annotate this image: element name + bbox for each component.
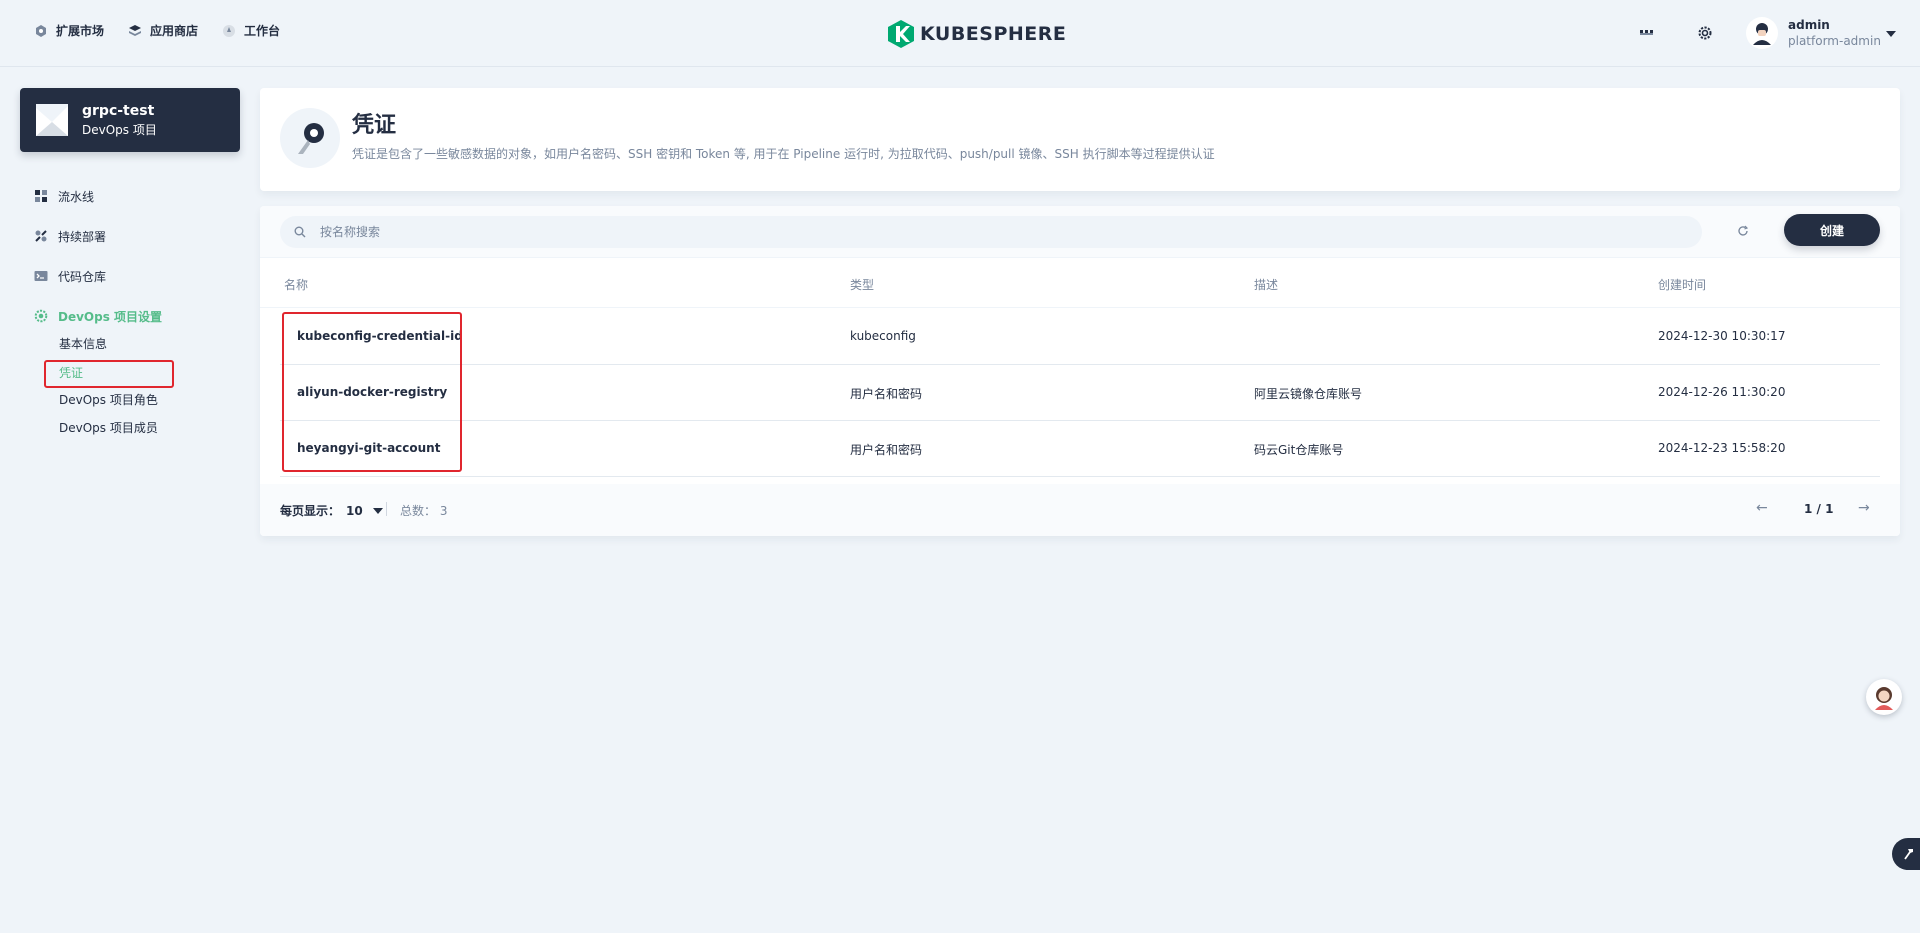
user-name: admin (1788, 18, 1830, 32)
sidebar-item-deploy[interactable]: 持续部署 (34, 216, 244, 256)
workbench-icon (223, 24, 236, 37)
credential-key-icon (280, 108, 340, 168)
search-box[interactable] (280, 216, 1702, 248)
sidebar-submenu: 基本信息 凭证 DevOps 项目角色 DevOps 项目成员 (44, 332, 174, 444)
user-menu[interactable]: admin platform-admin (1746, 17, 1881, 49)
credential-type: kubeconfig (850, 329, 916, 343)
next-page-button[interactable]: → (1858, 500, 1870, 516)
table-row[interactable]: kubeconfig-credential-id kubeconfig 2024… (280, 309, 1880, 365)
sidebar-menu: 流水线 持续部署 代码仓库 DevOps 项目设置 (34, 176, 244, 336)
sidebar-item-devops-settings[interactable]: DevOps 项目设置 (34, 296, 244, 336)
sidebar-item-label: 代码仓库 (58, 269, 107, 284)
prev-page-button[interactable]: ← (1756, 500, 1768, 516)
sidebar-item-label: 流水线 (58, 189, 95, 204)
credential-type: 用户名和密码 (850, 387, 923, 401)
sidebar-item-pipeline[interactable]: 流水线 (34, 176, 244, 216)
column-header-description: 描述 (1254, 278, 1279, 292)
credential-created-time: 2024-12-23 15:58:20 (1658, 441, 1786, 455)
project-logo-icon (36, 104, 68, 136)
project-card[interactable]: grpc-test DevOps 项目 (20, 88, 240, 152)
deploy-icon (35, 230, 47, 242)
sidebar-item-label: DevOps 项目设置 (58, 309, 163, 324)
key-icon (298, 123, 324, 154)
page-indicator: 1 / 1 (1804, 502, 1834, 516)
console-button[interactable] (1638, 24, 1656, 42)
page-size-label: 每页显示： (280, 504, 341, 518)
total-value: 3 (439, 504, 448, 518)
nav-extension-market[interactable]: 扩展市场 (34, 22, 104, 39)
table-row[interactable]: heyangyi-git-account 用户名和密码 码云Git仓库账号 20… (280, 421, 1880, 477)
nav-app-store-label: 应用商店 (150, 24, 199, 38)
gear-icon (1698, 26, 1712, 40)
pipeline-icon (35, 190, 47, 202)
settings-icon (34, 309, 48, 323)
credential-name-link[interactable]: aliyun-docker-registry (297, 385, 447, 399)
table-toolbar: 创建 (260, 206, 1900, 258)
page-size-value: 10 (346, 503, 363, 518)
refresh-icon (1738, 225, 1749, 236)
sidebar-subitem-project-members[interactable]: DevOps 项目成员 (44, 416, 174, 444)
column-header-created-time[interactable]: 创建时间 (1658, 276, 1706, 293)
project-type: DevOps 项目 (82, 123, 157, 137)
pagination-bar: 每页显示： 10 总数： 3 ← 1 / 1 → (260, 484, 1900, 536)
page-description: 凭证是包含了一些敏感数据的对象，如用户名密码、SSH 密钥和 Token 等, … (352, 147, 1215, 161)
total-count: 总数： 3 (400, 502, 447, 519)
credentials-table-card: 创建 名称 类型 描述 创建时间 kubeconfig-credential-i… (260, 206, 1900, 536)
credential-name-link[interactable]: heyangyi-git-account (297, 441, 440, 455)
credential-description: 码云Git仓库账号 (1254, 443, 1344, 457)
page-size-select[interactable]: 每页显示： 10 (280, 502, 383, 519)
assistant-avatar-button[interactable] (1866, 679, 1902, 715)
user-role: platform-admin (1788, 34, 1881, 48)
settings-button[interactable] (1696, 24, 1714, 42)
sidebar-item-label: 持续部署 (58, 229, 107, 244)
project-name: grpc-test (82, 103, 155, 119)
nav-app-store[interactable]: 应用商店 (128, 22, 198, 39)
hammer-icon (1904, 849, 1913, 860)
top-navbar: 扩展市场 应用商店 工作台 KUBESPHERE admin platform-… (0, 0, 1920, 67)
grid-menu-icon (1640, 30, 1653, 35)
column-header-name[interactable]: 名称 (284, 276, 308, 293)
pager-divider (386, 502, 387, 516)
search-input[interactable] (320, 225, 1620, 239)
page-header: 凭证 凭证是包含了一些敏感数据的对象，如用户名密码、SSH 密钥和 Token … (260, 88, 1900, 191)
sidebar-item-code-repo[interactable]: 代码仓库 (34, 256, 244, 296)
credential-name-link[interactable]: kubeconfig-credential-id (297, 329, 463, 343)
total-label: 总数： (400, 504, 437, 518)
user-avatar (1746, 17, 1778, 49)
app-store-icon (129, 24, 142, 36)
create-button[interactable]: 创建 (1784, 214, 1880, 246)
toolbox-button[interactable] (1892, 838, 1920, 870)
page-title: 凭证 (352, 113, 397, 138)
credential-created-time: 2024-12-30 10:30:17 (1658, 329, 1786, 343)
logo-text: KUBESPHERE (920, 23, 1067, 45)
nav-workbench-label: 工作台 (244, 24, 281, 38)
refresh-button[interactable] (1734, 222, 1752, 240)
table-header: 名称 类型 描述 创建时间 (260, 258, 1900, 308)
sidebar-subitem-credentials[interactable]: 凭证 (44, 360, 174, 388)
chevron-down-icon (372, 507, 383, 514)
extension-icon (36, 24, 46, 37)
nav-extension-label: 扩展市场 (56, 24, 105, 38)
credential-description: 阿里云镜像仓库账号 (1254, 387, 1363, 401)
credential-created-time: 2024-12-26 11:30:20 (1658, 385, 1786, 399)
kubesphere-logo-icon (888, 20, 914, 48)
top-nav-links: 扩展市场 应用商店 工作台 (34, 22, 280, 39)
user-avatar-icon (1753, 23, 1771, 45)
kubesphere-logo[interactable]: KUBESPHERE (888, 20, 1066, 48)
table-row[interactable]: aliyun-docker-registry 用户名和密码 阿里云镜像仓库账号 … (280, 365, 1880, 421)
sidebar-subitem-basic-info[interactable]: 基本信息 (44, 332, 174, 360)
search-icon (294, 226, 306, 238)
assistant-avatar-icon (1875, 687, 1893, 710)
column-header-type: 类型 (850, 278, 875, 292)
user-menu-chevron-down-icon[interactable] (1886, 31, 1896, 37)
code-repo-icon (34, 271, 48, 281)
nav-workbench[interactable]: 工作台 (222, 22, 280, 39)
sidebar-subitem-project-roles[interactable]: DevOps 项目角色 (44, 388, 174, 416)
credential-type: 用户名和密码 (850, 443, 923, 457)
